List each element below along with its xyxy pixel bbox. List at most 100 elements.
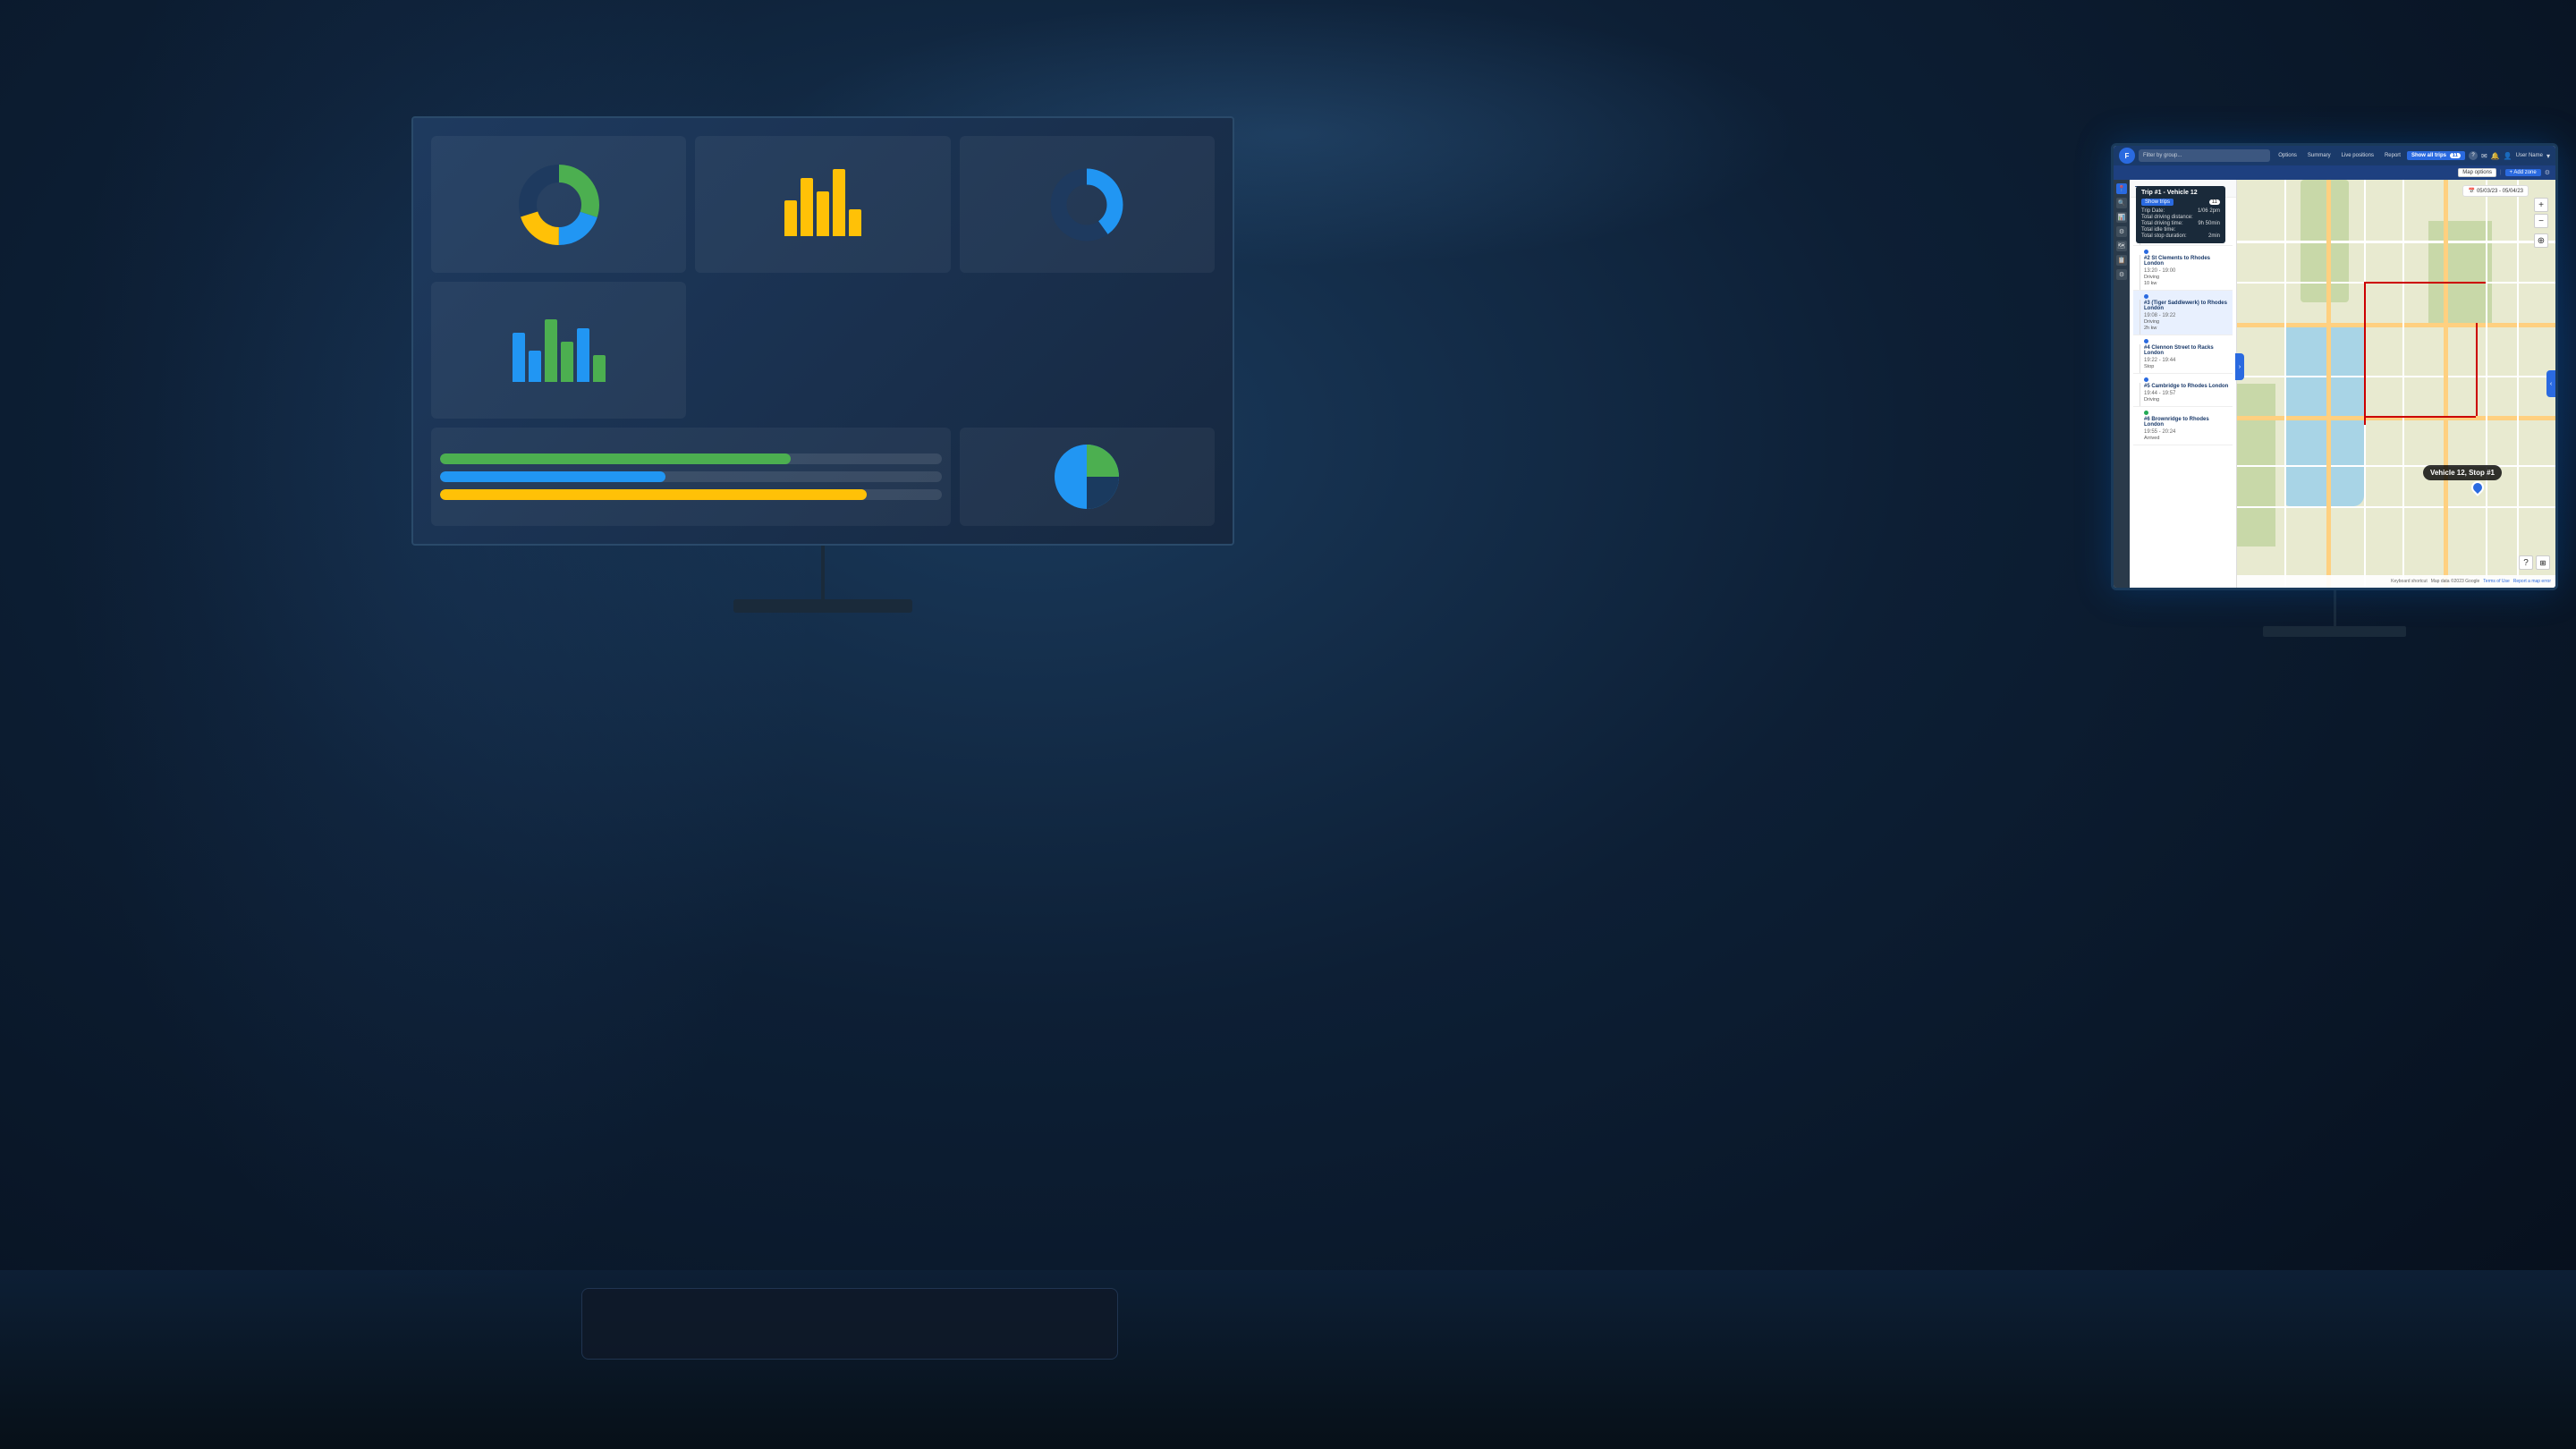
trip-2-desc: Driving	[2144, 275, 2229, 280]
donut-chart-svg	[514, 160, 604, 250]
bar-2	[801, 178, 813, 236]
app-navbar: F Filter by group... Options Summary Liv…	[2114, 146, 2555, 165]
map-help-button[interactable]: ?	[2519, 555, 2533, 570]
bar-5	[849, 209, 861, 236]
notification-icon[interactable]: 🔔	[2491, 152, 2500, 160]
trip-item-3[interactable]: #3 (Tiger Saddlewerk) to Rhodes London 1…	[2133, 291, 2233, 335]
tab-live-positions[interactable]: Live positions	[2337, 151, 2378, 160]
trip-2-time: 13:20 - 19:00	[2144, 268, 2229, 274]
left-monitor-screen	[411, 116, 1234, 546]
tab-options[interactable]: Options	[2274, 151, 2301, 160]
sidebar-icon-config[interactable]: ⚙	[2116, 269, 2127, 280]
keyboard	[581, 1288, 1118, 1360]
trip-5-time: 19:44 - 19:57	[2144, 391, 2229, 396]
trip-5-desc: Driving	[2144, 397, 2229, 402]
trip-item-4[interactable]: #4 Clennon Street to Racks London 19:22 …	[2133, 335, 2233, 374]
progress-bar-2-container	[440, 471, 942, 482]
right-monitor-stand	[2334, 590, 2336, 626]
trip-item-2[interactable]: #2 St Clements to Rhodes London 13:20 - …	[2133, 246, 2233, 291]
progress-bar-2	[440, 471, 665, 482]
tooltip-title: Trip #1 - Vehicle 12	[2141, 190, 2220, 196]
vehicle-tooltip: Trip #1 - Vehicle 12 Show trips 11 Trip …	[2136, 186, 2225, 243]
collapse-panel-button[interactable]: ›	[2235, 353, 2244, 380]
user-icon[interactable]: 👤	[2504, 152, 2512, 160]
pie-chart-svg	[1046, 436, 1127, 517]
trip-4-desc: Stop	[2144, 364, 2229, 369]
right-monitor: F Filter by group... Options Summary Liv…	[2111, 143, 2558, 608]
route-h-2	[2364, 416, 2476, 418]
trip-6-title: #6 Brownridge to Rhodes London	[2144, 417, 2229, 428]
trip-list-panel: Trips History ℹ Trip #1 - Vehicle 12 Sho…	[2130, 180, 2237, 588]
trips-count-badge: 11	[2450, 153, 2461, 158]
water-area-1	[2284, 323, 2364, 506]
map-layers-button[interactable]: ⊞	[2536, 555, 2550, 570]
sidebar-icon-layers[interactable]: 🗺	[2116, 241, 2127, 251]
terms-label[interactable]: Terms of Use	[2483, 579, 2509, 584]
tooltip-row-date: Trip Date: 1/06 2pm	[2141, 208, 2220, 214]
search-box[interactable]: Filter by group...	[2139, 149, 2270, 162]
map-footer: Keyboard shortcut Map data ©2023 Google …	[2237, 575, 2555, 588]
report-error-label[interactable]: Report a map error	[2513, 579, 2551, 584]
bar-chart-widget-1	[695, 136, 950, 273]
trip-3-desc: Driving	[2144, 319, 2229, 325]
sidebar-icon-list[interactable]: 📋	[2116, 255, 2127, 266]
keyboard-shortcut-label: Keyboard shortcut	[2391, 579, 2428, 584]
zoom-in-button[interactable]: +	[2534, 198, 2548, 212]
tab-summary[interactable]: Summary	[2303, 151, 2335, 160]
route-v-1	[2364, 282, 2366, 425]
sidebar-icon-map[interactable]: 📍	[2116, 183, 2127, 194]
green-area-2	[2428, 221, 2492, 323]
tooltip-row-idle: Total idle time:	[2141, 227, 2220, 233]
map-marker[interactable]	[2471, 481, 2484, 494]
bar-a6	[593, 355, 606, 382]
tooltip-row-drive-time: Total driving time: 9h 50min	[2141, 221, 2220, 226]
trip-dot-6	[2144, 411, 2148, 415]
map-marker-inner	[2469, 479, 2487, 496]
dashboard-content	[413, 118, 1233, 544]
route-v-2	[2476, 323, 2478, 417]
tooltip-row-stop: Total stop duration: 2min	[2141, 233, 2220, 239]
mail-icon[interactable]: ✉	[2481, 152, 2487, 160]
trip-3-detail: 2h kw	[2144, 326, 2229, 331]
tab-report[interactable]: Report	[2380, 151, 2405, 160]
trip-5-title: #5 Cambridge to Rhodes London	[2144, 384, 2229, 389]
bar-a4	[561, 342, 573, 382]
collapse-right-button[interactable]: ‹	[2546, 370, 2555, 397]
app-main: 📍 🔍 📊 ⚙ 🗺 📋 ⚙ Trips History ℹ	[2114, 180, 2555, 588]
sidebar-icon-chart[interactable]: 📊	[2116, 212, 2127, 223]
help-icon[interactable]: ?	[2469, 151, 2478, 160]
add-zone-button[interactable]: + Add zone	[2505, 169, 2541, 176]
trip-item-6[interactable]: #6 Brownridge to Rhodes London 19:55 - 2…	[2133, 407, 2233, 445]
zoom-out-button[interactable]: −	[2534, 214, 2548, 228]
bar-a2	[529, 351, 541, 382]
trip-dot-4	[2144, 339, 2148, 343]
street-map	[2237, 180, 2555, 588]
map-data-label: Map data ©2023 Google	[2431, 579, 2480, 584]
map-options-button[interactable]: Map options	[2458, 168, 2496, 177]
locate-button[interactable]: ⊕	[2534, 233, 2548, 248]
app-logo[interactable]: F	[2119, 148, 2135, 164]
calendar-icon: 📅	[2468, 188, 2474, 194]
tab-show-all-trips[interactable]: Show all trips 11	[2407, 151, 2465, 160]
trip-3-title: #3 (Tiger Saddlewerk) to Rhodes London	[2144, 301, 2229, 311]
sidebar-icon-settings[interactable]: ⚙	[2116, 226, 2127, 237]
bar-chart-2	[508, 315, 610, 386]
app-sidebar: 📍 🔍 📊 ⚙ 🗺 📋 ⚙	[2114, 180, 2130, 588]
trip-dot-3	[2144, 294, 2148, 299]
trip-item-5[interactable]: #5 Cambridge to Rhodes London 19:44 - 19…	[2133, 374, 2233, 407]
panel-header: Trips History ℹ Trip #1 - Vehicle 12 Sho…	[2130, 180, 2236, 198]
bar-a1	[513, 333, 525, 382]
show-trips-btn[interactable]: Show trips	[2141, 199, 2174, 206]
street-v-4	[2486, 180, 2487, 588]
sidebar-icon-search[interactable]: 🔍	[2116, 198, 2127, 208]
subtoolbar-separator: |	[2500, 170, 2502, 175]
pie-chart-widget	[960, 428, 1215, 526]
tooltip-row-distance: Total driving distance:	[2141, 215, 2220, 220]
settings-icon[interactable]: ▾	[2546, 152, 2550, 160]
route-h-1	[2364, 282, 2485, 284]
trip-4-title: #4 Clennon Street to Racks London	[2144, 345, 2229, 356]
username-label: User Name	[2516, 153, 2543, 158]
progress-bar-3	[440, 489, 867, 500]
trip-4-time: 19:22 - 19:44	[2144, 358, 2229, 363]
subtoolbar-gear-icon[interactable]: ⚙	[2545, 169, 2550, 176]
